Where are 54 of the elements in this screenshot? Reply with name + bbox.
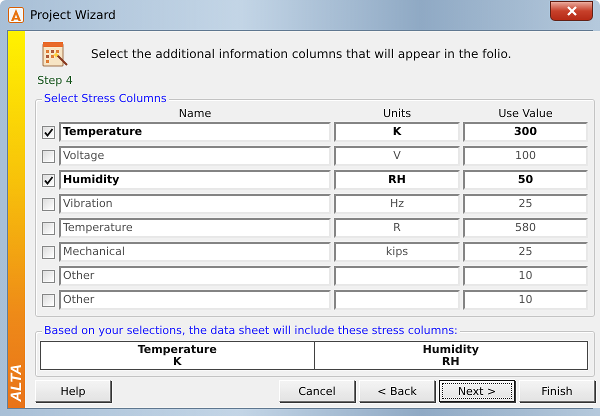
name-field[interactable]: Vibration [59, 194, 331, 214]
wizard-button[interactable]: < Back [359, 380, 435, 402]
column-header: Units [382, 106, 412, 120]
summary-column-name: Temperature [138, 344, 217, 356]
wizard-button[interactable]: Cancel [279, 380, 355, 402]
summary-column-units: RH [442, 356, 460, 368]
close-button[interactable] [550, 1, 593, 21]
checkbox[interactable] [42, 294, 55, 306]
checkbox[interactable] [42, 270, 55, 282]
units-field[interactable]: RH [334, 170, 460, 190]
checkbox[interactable] [42, 150, 55, 162]
instruction-text: Select the additional information columns that will appear in the folio. [91, 47, 512, 61]
calendar-wand-icon [41, 39, 69, 69]
checkbox[interactable] [42, 126, 55, 138]
value-field[interactable]: 25 [463, 194, 588, 214]
units-field[interactable]: kips [334, 242, 460, 262]
checkbox[interactable] [42, 246, 55, 258]
units-field[interactable]: V [334, 146, 460, 166]
window-title: Project Wizard [30, 8, 117, 22]
name-field[interactable]: Voltage [59, 146, 331, 166]
column-header: Use Value [497, 106, 554, 120]
value-field[interactable]: 25 [463, 242, 588, 262]
value-field[interactable]: 50 [463, 170, 588, 190]
name-field[interactable]: Mechanical [59, 242, 331, 262]
value-field[interactable]: 300 [463, 122, 588, 142]
column-header: Name [178, 106, 212, 120]
units-field[interactable]: R [334, 218, 460, 238]
close-icon [566, 6, 578, 16]
name-field[interactable]: Other [59, 266, 331, 286]
checkbox[interactable] [42, 198, 55, 210]
banner-label: ALTA [8, 364, 25, 402]
value-field[interactable]: 10 [463, 266, 588, 286]
units-field[interactable] [334, 266, 460, 286]
checkbox[interactable] [42, 174, 55, 186]
name-field[interactable]: Other [59, 290, 331, 310]
app-logo-icon [8, 7, 24, 23]
summary-column-units: K [172, 356, 182, 368]
value-field[interactable]: 10 [463, 290, 588, 310]
name-field[interactable]: Temperature [59, 218, 331, 238]
value-field[interactable]: 100 [463, 146, 588, 166]
units-field[interactable]: Hz [334, 194, 460, 214]
checkbox[interactable] [42, 222, 55, 234]
name-field[interactable]: Humidity [59, 170, 331, 190]
group-legend: Based on your selections, the data sheet will include these stress columns: [42, 324, 460, 337]
summary-column-name: Humidity [422, 344, 479, 356]
step-label: Step 4 [37, 74, 73, 87]
value-field[interactable]: 580 [463, 218, 588, 238]
wizard-button[interactable]: Next > [439, 380, 515, 402]
group-legend: Select Stress Columns [42, 92, 169, 105]
wizard-button[interactable]: Finish [519, 380, 595, 402]
name-field[interactable]: Temperature [59, 122, 331, 142]
wizard-button[interactable]: Help [35, 380, 111, 402]
units-field[interactable] [334, 290, 460, 310]
units-field[interactable]: K [334, 122, 460, 142]
